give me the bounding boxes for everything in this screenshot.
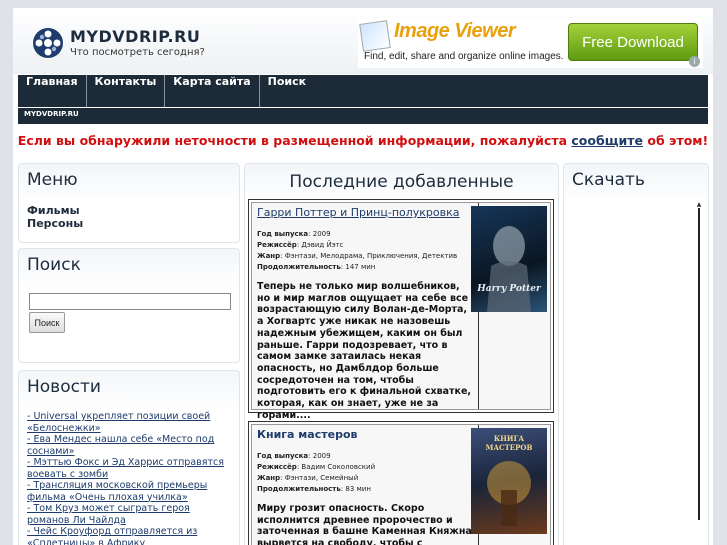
film-director: Дэвид Йэтс xyxy=(301,241,344,249)
director-label: Режиссёр xyxy=(257,241,297,249)
duration-label: Продолжительность xyxy=(257,485,341,493)
news-title: Новости xyxy=(27,377,101,397)
download-box: Скачать ▲ xyxy=(563,163,709,545)
main-nav: Главная Контакты Карта сайта Поиск xyxy=(18,75,708,107)
download-title: Скачать xyxy=(572,170,645,190)
site-header: MYDVDRIP.RU Что посмотреть сегодня? Imag… xyxy=(13,8,713,74)
image-viewer-icon xyxy=(359,20,391,52)
genre-label: Жанр xyxy=(257,252,281,260)
search-button[interactable]: Поиск xyxy=(29,312,65,333)
film-duration: 83 мин xyxy=(345,485,371,493)
banner-title: Image Viewer xyxy=(394,20,516,42)
director-label: Режиссёр xyxy=(257,463,297,471)
year-label: Год выпуска xyxy=(257,452,309,460)
film-description: Миру грозит опасность. Скоро исполнится … xyxy=(257,503,472,545)
film-title-link[interactable]: Гарри Поттер и Принц-полукровка xyxy=(257,206,460,219)
site-tagline: Что посмотреть сегодня? xyxy=(70,47,205,58)
breadcrumb[interactable]: MYDVDRIP.RU xyxy=(24,110,79,118)
film-year: 2009 xyxy=(312,230,331,238)
search-input[interactable] xyxy=(29,293,231,310)
news-list: - Universal укрепляет позиции своей «Бел… xyxy=(27,411,235,545)
film-genre: Фэнтази, Семейный xyxy=(284,474,359,482)
film-meta: Год выпуска: 2009 Режиссёр: Вадим Соколо… xyxy=(257,452,376,493)
film-duration: 147 мин xyxy=(345,263,376,271)
menu-title: Меню xyxy=(27,170,78,190)
film-year: 2009 xyxy=(312,452,331,460)
report-link[interactable]: сообщите xyxy=(571,133,643,148)
film-title-link[interactable]: Книга мастеров xyxy=(257,428,357,441)
ad-info-icon[interactable]: i xyxy=(689,56,700,67)
scrollbar[interactable]: ▲ xyxy=(696,202,702,524)
menu-item-films[interactable]: Фильмы xyxy=(27,204,83,217)
search-box: Поиск Поиск xyxy=(18,248,240,363)
news-item[interactable]: - Том Круз может сыграть героя романов Л… xyxy=(27,503,235,526)
duration-label: Продолжительность xyxy=(257,263,341,271)
scroll-track[interactable] xyxy=(698,208,700,520)
menu-box: Меню Фильмы Персоны xyxy=(18,163,240,243)
site-name[interactable]: MYDVDRIP.RU xyxy=(70,27,200,46)
film-reel-icon[interactable] xyxy=(31,26,65,60)
news-item[interactable]: - Ева Мендес нашла себе «Место под сосна… xyxy=(27,434,235,457)
film-poster[interactable]: Harry Potter xyxy=(471,206,547,312)
film-genre: Фэнтази, Мелодрама, Приключения, Детекти… xyxy=(284,252,458,260)
news-item[interactable]: - Мэттью Фокс и Эд Харрис отправятся вое… xyxy=(27,457,235,480)
poster-title: Harry Potter xyxy=(477,284,541,294)
film-description: Теперь не только мир волшебников, но и м… xyxy=(257,281,472,421)
free-download-button[interactable]: Free Download xyxy=(568,23,698,61)
latest-title: Последние добавленные xyxy=(289,172,514,192)
genre-label: Жанр xyxy=(257,474,281,482)
nav-search[interactable]: Поиск xyxy=(260,75,314,107)
news-item[interactable]: - Чейс Кроуфорд отправляется из «Сплетни… xyxy=(27,526,235,545)
film-card-inner: Книга мастеров Год выпуска: 2009 Режиссё… xyxy=(251,424,551,545)
page: MYDVDRIP.RU Что посмотреть сегодня? Imag… xyxy=(13,8,713,545)
breadcrumb-bar: MYDVDRIP.RU xyxy=(18,108,708,124)
news-item[interactable]: - Universal укрепляет позиции своей «Бел… xyxy=(27,411,235,434)
film-card: Гарри Поттер и Принц-полукровка Год выпу… xyxy=(248,199,554,421)
notice-text: Если вы обнаружили неточности в размещен… xyxy=(17,133,572,148)
film-poster[interactable]: КНИГА МАСТЕРОВ xyxy=(471,428,547,534)
ad-banner[interactable]: Image Viewer Find, edit, share and organ… xyxy=(358,18,703,68)
nav-home[interactable]: Главная xyxy=(18,75,87,107)
poster-image xyxy=(487,226,531,312)
nav-sitemap[interactable]: Карта сайта xyxy=(165,75,260,107)
film-director: Вадим Соколовский xyxy=(301,463,376,471)
year-label: Год выпуска xyxy=(257,230,309,238)
film-card: Книга мастеров Год выпуска: 2009 Режиссё… xyxy=(248,421,554,545)
film-meta: Год выпуска: 2009 Режиссёр: Дэвид Йэтс Ж… xyxy=(257,230,458,271)
search-title: Поиск xyxy=(27,255,81,275)
nav-contacts[interactable]: Контакты xyxy=(87,75,166,107)
poster-title: КНИГА МАСТЕРОВ xyxy=(485,434,533,452)
film-card-inner: Гарри Поттер и Принц-полукровка Год выпу… xyxy=(251,202,551,421)
news-item[interactable]: - Трансляция московской премьеры фильма … xyxy=(27,480,235,503)
news-box: Новости - Universal укрепляет позиции св… xyxy=(18,370,240,545)
menu-item-persons[interactable]: Персоны xyxy=(27,217,83,230)
notice-banner: Если вы обнаружили неточности в размещен… xyxy=(13,133,713,148)
banner-tagline: Find, edit, share and organize online im… xyxy=(364,51,564,62)
notice-text-end: об этом! xyxy=(643,133,709,148)
